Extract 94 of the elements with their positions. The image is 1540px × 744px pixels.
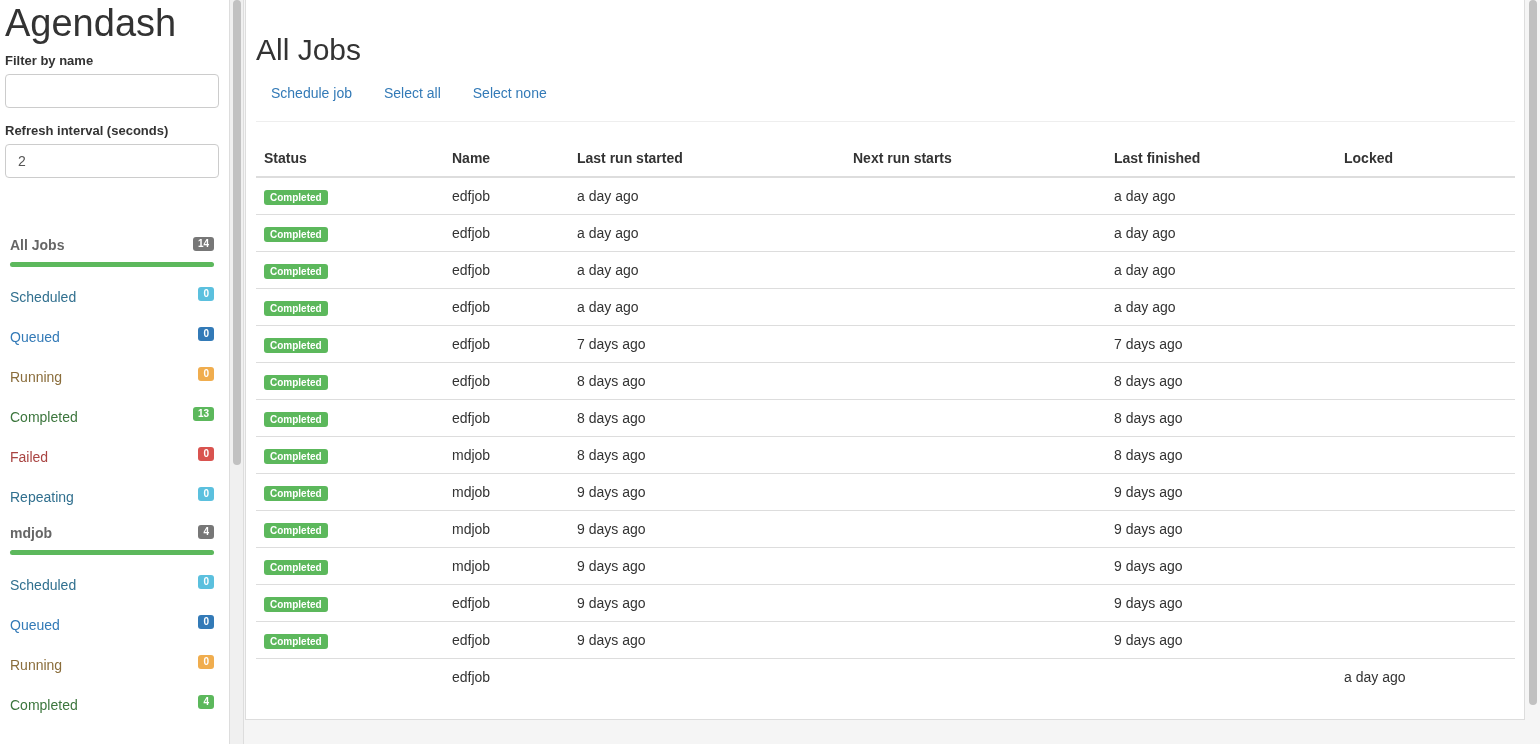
status-filter-link[interactable]: Repeating	[10, 489, 74, 505]
table-cell: mdjob	[452, 558, 491, 574]
status-filter-link[interactable]: Completed	[10, 409, 78, 425]
table-cell: 9 days ago	[577, 595, 646, 611]
table-cell: a day ago	[1114, 225, 1176, 241]
status-badge: Completed	[264, 449, 328, 464]
status-badge: Completed	[264, 597, 328, 612]
status-badge: Completed	[264, 264, 328, 279]
table-cell: 9 days ago	[1114, 595, 1183, 611]
table-cell: edfjob	[452, 188, 491, 204]
table-cell: 8 days ago	[577, 373, 646, 389]
column-header[interactable]: Status	[256, 150, 444, 177]
table-cell: mdjob	[452, 484, 491, 500]
status-badge: Completed	[264, 375, 328, 390]
table-cell: 9 days ago	[1114, 484, 1183, 500]
table-cell: mdjob	[452, 447, 491, 463]
table-cell: mdjob	[452, 521, 491, 537]
count-badge: 4	[198, 525, 214, 539]
table-cell: 8 days ago	[1114, 410, 1183, 426]
filter-label: Filter by name	[5, 53, 95, 68]
table-cell: 8 days ago	[577, 447, 646, 463]
status-badge: Completed	[264, 634, 328, 649]
table-cell: edfjob	[452, 299, 491, 315]
table-cell: 8 days ago	[577, 410, 646, 426]
action-link[interactable]: Select none	[472, 85, 547, 101]
status-badge: Completed	[264, 338, 328, 353]
status-badge: Completed	[264, 523, 328, 538]
count-badge: 0	[198, 655, 214, 669]
count-badge: 0	[198, 367, 214, 381]
table-cell: edfjob	[452, 225, 491, 241]
table-cell: edfjob	[452, 595, 491, 611]
count-badge: 0	[198, 615, 214, 629]
table-cell: a day ago	[577, 262, 639, 278]
count-badge: 0	[198, 287, 214, 301]
table-cell: 9 days ago	[577, 558, 646, 574]
scrollbar[interactable]	[230, 0, 244, 744]
page-title: All Jobs	[256, 33, 363, 67]
count-badge: 0	[198, 487, 214, 501]
table-cell: 9 days ago	[577, 632, 646, 648]
column-header[interactable]: Next run starts	[845, 150, 1106, 177]
refresh-interval-input[interactable]: 2	[5, 144, 219, 178]
table-cell: edfjob	[452, 669, 491, 685]
count-badge: 0	[198, 575, 214, 589]
status-badge: Completed	[264, 412, 328, 427]
group-name[interactable]: mdjob	[10, 525, 52, 541]
status-badge: Completed	[264, 560, 328, 575]
table-cell: 9 days ago	[1114, 558, 1183, 574]
count-badge: 14	[192, 237, 214, 251]
action-link[interactable]: Schedule job	[271, 85, 352, 101]
column-header[interactable]: Last finished	[1106, 150, 1336, 177]
status-filter-link[interactable]: Queued	[10, 329, 60, 345]
table-cell: 7 days ago	[577, 336, 646, 352]
table-cell: edfjob	[452, 632, 491, 648]
table-cell: a day ago	[1114, 262, 1176, 278]
table-cell: a day ago	[1114, 188, 1176, 204]
status-filter-link[interactable]: Completed	[10, 697, 78, 713]
count-badge: 0	[198, 447, 214, 461]
filter-input[interactable]	[5, 74, 219, 108]
table-cell: 9 days ago	[577, 484, 646, 500]
table-cell: edfjob	[452, 336, 491, 352]
status-badge: Completed	[264, 301, 328, 316]
refresh-interval-label: Refresh interval (seconds)	[5, 123, 170, 138]
status-filter-link[interactable]: Scheduled	[10, 289, 77, 305]
table-cell: 9 days ago	[1114, 521, 1183, 537]
status-filter-link[interactable]: Running	[10, 369, 63, 385]
table-cell: 9 days ago	[577, 521, 646, 537]
app-title: Agendash	[5, 2, 178, 45]
status-badge: Completed	[264, 227, 328, 242]
table-cell: a day ago	[1344, 669, 1406, 685]
status-filter-link[interactable]: Queued	[10, 617, 60, 633]
table-cell: a day ago	[577, 188, 639, 204]
action-link[interactable]: Select all	[383, 85, 441, 101]
table-cell: 7 days ago	[1114, 336, 1183, 352]
count-badge: 4	[198, 695, 214, 709]
table-cell: edfjob	[452, 373, 491, 389]
column-header[interactable]: Locked	[1336, 150, 1515, 177]
table-cell: 8 days ago	[1114, 373, 1183, 389]
status-badge: Completed	[264, 190, 328, 205]
table-cell: a day ago	[1114, 299, 1176, 315]
status-badge: Completed	[264, 486, 328, 501]
group-name[interactable]: All Jobs	[10, 237, 65, 253]
table-cell: a day ago	[577, 225, 639, 241]
table-cell: a day ago	[577, 299, 639, 315]
table-cell: 8 days ago	[1114, 447, 1183, 463]
table-cell: 9 days ago	[1114, 632, 1183, 648]
table-cell: edfjob	[452, 410, 491, 426]
count-badge: 13	[192, 407, 214, 421]
column-header[interactable]: Last run started	[569, 150, 845, 177]
status-filter-link[interactable]: Failed	[10, 449, 49, 465]
status-filter-link[interactable]: Scheduled	[10, 577, 77, 593]
count-badge: 0	[198, 327, 214, 341]
status-filter-link[interactable]: Running	[10, 657, 63, 673]
table-cell: edfjob	[452, 262, 491, 278]
column-header[interactable]: Name	[444, 150, 569, 177]
